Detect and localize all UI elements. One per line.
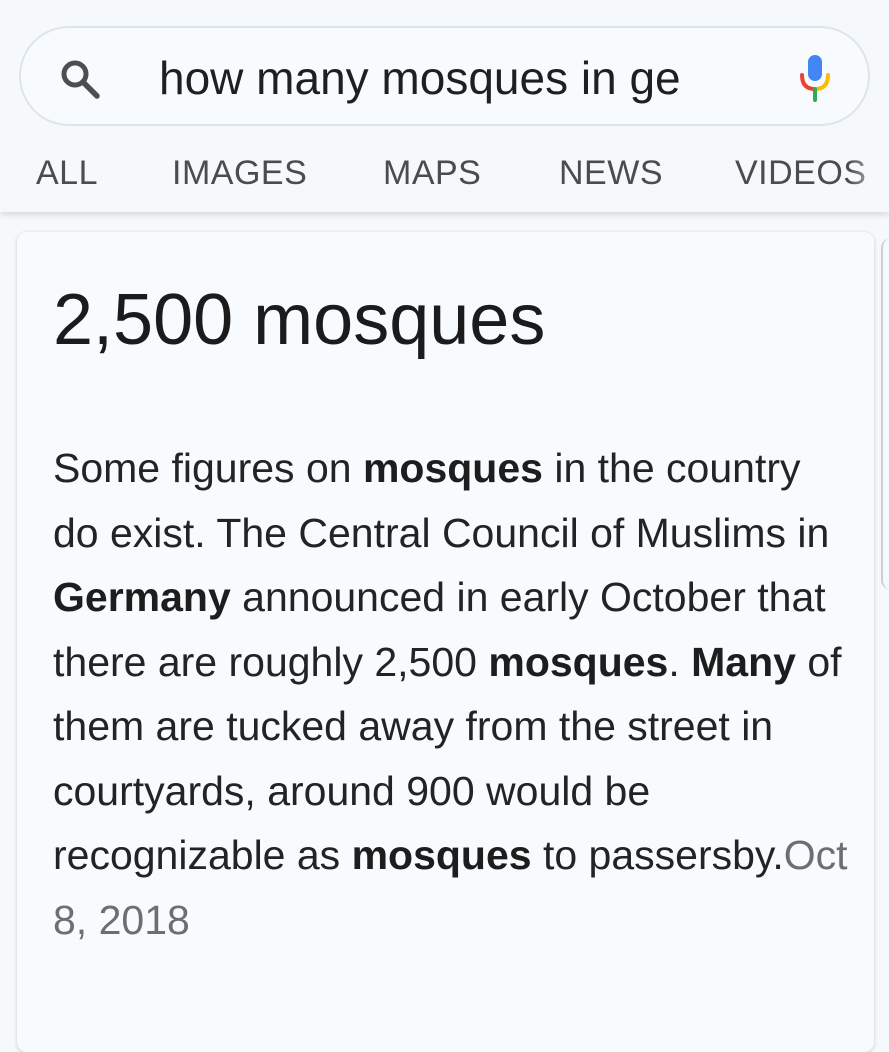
tab-images[interactable]: IMAGES (172, 150, 307, 196)
featured-snippet-card: 2,500 mosques Some figures on mosques in… (17, 232, 874, 1052)
search-tabs: ALL IMAGES MAPS NEWS VIDEOS (0, 150, 889, 200)
search-icon[interactable] (59, 58, 101, 100)
tab-all[interactable]: ALL (36, 150, 98, 196)
snippet-highlight: Germany (53, 574, 231, 620)
tab-news[interactable]: NEWS (559, 150, 663, 196)
snippet-text-part: . (668, 638, 692, 685)
tabs-fade (849, 150, 889, 200)
snippet-text-part: Some figures on (53, 445, 363, 491)
answer-title: 2,500 mosques (53, 280, 546, 360)
tab-videos[interactable]: VIDEOS (735, 150, 866, 196)
search-input[interactable]: how many mosques in ge (159, 52, 749, 104)
snippet-highlight: mosques (362, 445, 543, 491)
next-card-edge[interactable] (881, 238, 889, 590)
search-header: how many mosques in ge ALL IMAGES MAPS N… (0, 0, 889, 212)
tab-maps[interactable]: MAPS (383, 150, 481, 196)
snippet-highlight: mosques (351, 832, 532, 878)
snippet-highlight: mosques (488, 638, 669, 685)
microphone-icon[interactable] (797, 53, 833, 103)
snippet-highlight: Many (691, 638, 796, 685)
snippet-text: Some figures on mosques in the country d… (53, 436, 853, 952)
snippet-text-part: to passersby. (531, 832, 784, 878)
search-bar[interactable]: how many mosques in ge (19, 26, 870, 126)
